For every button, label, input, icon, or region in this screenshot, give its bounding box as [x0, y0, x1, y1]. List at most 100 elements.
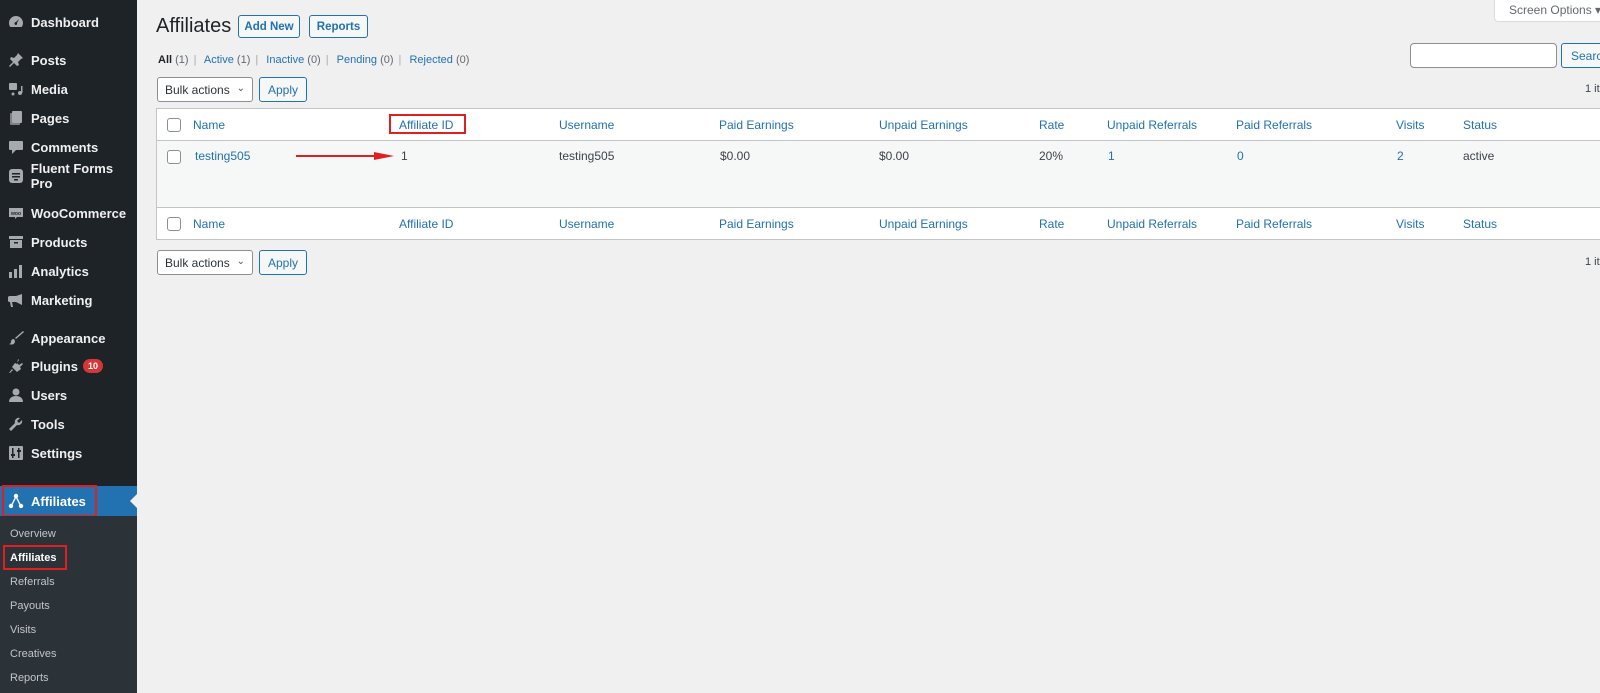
sidebar-item-marketing[interactable]: Marketing: [0, 286, 137, 314]
column-header-unpaid-earnings[interactable]: Unpaid Earnings: [879, 217, 968, 231]
separator: |: [325, 54, 329, 66]
sidebar-item-analytics[interactable]: Analytics: [0, 257, 137, 285]
sidebar-item-plugins[interactable]: Plugins 10: [0, 352, 137, 380]
sidebar-item-settings[interactable]: Settings: [0, 439, 137, 467]
bulk-actions-select[interactable]: Bulk actions ⌄: [157, 77, 253, 102]
pages-icon: [7, 109, 25, 127]
column-header-visits[interactable]: Visits: [1396, 217, 1424, 231]
select-all-checkbox[interactable]: [167, 118, 181, 132]
submenu-item-referrals[interactable]: Referrals: [10, 573, 55, 591]
bulk-actions-select-bottom[interactable]: Bulk actions ⌄: [157, 250, 253, 275]
sidebar-item-label: Fluent Forms Pro: [30, 161, 114, 191]
filter-rejected[interactable]: Rejected: [409, 54, 452, 66]
sidebar-item-woocommerce[interactable]: woo WooCommerce: [0, 199, 137, 227]
filter-count: (0): [307, 54, 321, 66]
reports-button[interactable]: Reports: [309, 15, 368, 38]
separator: |: [255, 54, 259, 66]
sidebar-item-users[interactable]: Users: [0, 381, 137, 409]
filter-count: (0): [455, 54, 470, 66]
column-header-status[interactable]: Status: [1463, 118, 1497, 132]
dashboard-icon: [7, 13, 25, 31]
column-header-name[interactable]: Name: [193, 118, 225, 132]
column-header-name[interactable]: Name: [193, 217, 225, 231]
column-header-unpaid-referrals[interactable]: Unpaid Referrals: [1107, 118, 1197, 132]
filter-pending[interactable]: Pending: [337, 54, 377, 66]
sidebar-item-label: Users: [31, 387, 68, 403]
submenu-item-reports[interactable]: Reports: [10, 669, 49, 687]
paid-earnings-cell: $0.00: [720, 149, 751, 163]
column-header-username[interactable]: Username: [559, 217, 614, 231]
sidebar-item-affiliates[interactable]: Affiliates: [0, 486, 137, 516]
column-header-rate[interactable]: Rate: [1039, 118, 1064, 132]
column-header-affiliate-id[interactable]: Affiliate ID: [399, 118, 453, 132]
filter-all[interactable]: All: [158, 54, 172, 66]
visits-link[interactable]: 2: [1397, 149, 1404, 163]
sidebar-item-posts[interactable]: Posts: [0, 46, 137, 74]
sidebar-item-label: Settings: [31, 445, 83, 461]
update-count-badge: 10: [82, 359, 103, 373]
sidebar-item-comments[interactable]: Comments: [0, 133, 137, 161]
column-header-paid-earnings[interactable]: Paid Earnings: [719, 118, 794, 132]
select-all-checkbox[interactable]: [167, 217, 181, 231]
column-header-visits[interactable]: Visits: [1396, 118, 1424, 132]
submenu-item-visits[interactable]: Visits: [10, 621, 36, 639]
current-menu-arrow: [130, 494, 137, 508]
sidebar-item-label: WooCommerce: [31, 205, 127, 221]
archive-icon: [7, 233, 25, 251]
filter-count: (0): [380, 54, 394, 66]
column-header-status[interactable]: Status: [1463, 217, 1497, 231]
column-header-paid-earnings[interactable]: Paid Earnings: [719, 217, 794, 231]
chevron-down-icon: ⌄: [236, 83, 245, 94]
sidebar-item-products[interactable]: Products: [0, 228, 137, 256]
sidebar-item-dashboard[interactable]: Dashboard: [0, 8, 137, 36]
annotation-arrow-icon: [296, 152, 394, 160]
sidebar-item-fluent-forms-pro[interactable]: Fluent Forms Pro: [0, 161, 137, 191]
sidebar-item-label: Comments: [31, 139, 99, 155]
add-new-button[interactable]: Add New: [238, 15, 300, 38]
woocommerce-icon: woo: [7, 204, 25, 222]
apply-button[interactable]: Apply: [259, 77, 307, 102]
status-filter-links: All (1) | Active (1) | Inactive (0) | Pendi…: [158, 54, 469, 66]
column-header-unpaid-referrals[interactable]: Unpaid Referrals: [1107, 217, 1197, 231]
affiliate-name-link[interactable]: testing505: [195, 149, 250, 163]
filter-inactive[interactable]: Inactive: [266, 54, 304, 66]
search-input[interactable]: [1410, 43, 1557, 68]
sidebar-item-pages[interactable]: Pages: [0, 104, 137, 132]
screen-options-button[interactable]: Screen Options ▾: [1494, 0, 1600, 22]
affiliates-icon: [7, 492, 25, 510]
wrench-icon: [7, 415, 25, 433]
unpaid-referrals-link[interactable]: 1: [1108, 149, 1115, 163]
column-header-username[interactable]: Username: [559, 118, 614, 132]
column-header-paid-referrals[interactable]: Paid Referrals: [1236, 118, 1312, 132]
sidebar-item-label: Products: [31, 234, 88, 250]
filter-count: (1): [175, 54, 189, 66]
chevron-down-icon: ⌄: [236, 256, 245, 267]
paid-referrals-link[interactable]: 0: [1237, 149, 1244, 163]
affiliates-table: Name Affiliate ID Username Paid Earnings…: [156, 108, 1600, 240]
sidebar-item-label: Marketing: [31, 292, 93, 308]
column-header-paid-referrals[interactable]: Paid Referrals: [1236, 217, 1312, 231]
search-button[interactable]: Search: [1561, 43, 1600, 68]
apply-button-bottom[interactable]: Apply: [259, 250, 307, 275]
sidebar-item-tools[interactable]: Tools: [0, 410, 137, 438]
sidebar-item-media[interactable]: Media: [0, 75, 137, 103]
sidebar-item-label: Affiliates: [31, 493, 86, 509]
column-header-rate[interactable]: Rate: [1039, 217, 1064, 231]
submenu-item-payouts[interactable]: Payouts: [10, 597, 50, 615]
username-cell: testing505: [559, 149, 615, 163]
submenu-item-affiliates[interactable]: Affiliates: [10, 549, 56, 567]
svg-text:woo: woo: [10, 211, 21, 217]
sidebar-item-appearance[interactable]: Appearance: [0, 324, 137, 352]
submenu-item-overview[interactable]: Overview: [10, 525, 56, 543]
sidebar-item-label: Tools: [31, 416, 65, 432]
sidebar-item-label: Media: [31, 81, 68, 97]
row-checkbox[interactable]: [167, 150, 181, 164]
comment-icon: [7, 138, 25, 156]
submenu-item-creatives[interactable]: Creatives: [10, 645, 56, 663]
settings-icon: [7, 444, 25, 462]
column-header-affiliate-id[interactable]: Affiliate ID: [399, 217, 453, 231]
filter-active[interactable]: Active: [204, 54, 234, 66]
bulk-actions-label: Bulk actions: [165, 255, 230, 270]
sidebar-item-label: Plugins: [31, 358, 78, 374]
column-header-unpaid-earnings[interactable]: Unpaid Earnings: [879, 118, 968, 132]
